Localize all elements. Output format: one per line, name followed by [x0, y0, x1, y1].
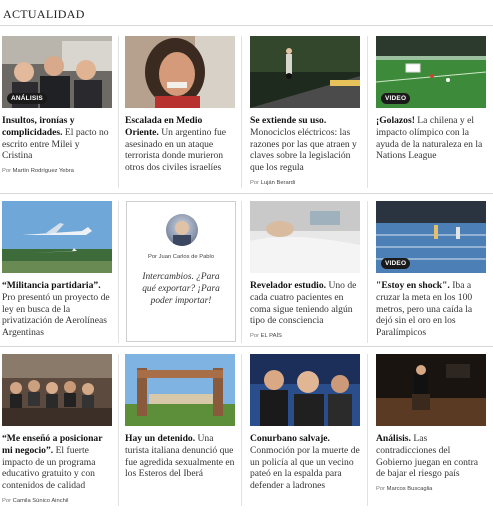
news-headline[interactable]: Hay un detenido. Una turista italiana de… — [125, 433, 235, 480]
news-card[interactable]: Revelador estudio. Uno de cada cuatro pa… — [250, 201, 360, 339]
column-divider — [241, 354, 242, 506]
byline-author: Marcos Buscaglia — [386, 486, 433, 493]
thumbnail-image — [250, 201, 360, 273]
column-divider — [118, 354, 119, 506]
column-divider — [241, 36, 242, 188]
column-divider — [118, 201, 119, 343]
opinion-byline[interactable]: Por Juan Carlos de Pablo — [127, 254, 235, 260]
byline[interactable]: Por Camila Súnico Ainchil — [2, 498, 112, 504]
byline-author: Camila Súnico Ainchil — [12, 497, 69, 504]
thumbnail-image — [250, 36, 360, 108]
row-divider — [0, 193, 493, 194]
headline-kicker: Se extiende su uso. — [250, 115, 327, 126]
news-headline[interactable]: “Militancia partidaria”. Pro presentó un… — [2, 280, 112, 339]
headline-kicker: Análisis. — [376, 433, 411, 444]
thumbnail-image — [125, 36, 235, 108]
video-badge: VIDEO — [381, 93, 411, 104]
thumbnail-image — [2, 201, 112, 273]
news-thumbnail[interactable]: VIDEO — [376, 201, 486, 273]
byline[interactable]: Por EL PAÍS — [250, 333, 360, 339]
byline-prefix: Por — [250, 333, 260, 340]
headline-text: Pro presentó un proyecto de ley en busca… — [2, 291, 110, 339]
news-thumbnail[interactable] — [2, 354, 112, 426]
news-headline[interactable]: “Me enseñó a posicionar mi negocio”. El … — [2, 433, 112, 492]
byline-author: Juan Carlos de Pablo — [158, 254, 215, 260]
byline-author: EL PAÍS — [260, 333, 282, 340]
headline-kicker: ¡Golazos! — [376, 115, 415, 126]
byline-author: Martín Rodríguez Yebra — [12, 168, 74, 175]
byline-prefix: Por — [2, 497, 12, 504]
byline-prefix: Por — [2, 168, 12, 175]
news-thumbnail[interactable] — [250, 201, 360, 273]
news-headline[interactable]: Análisis. Las contradicciones del Gobier… — [376, 433, 486, 480]
row-divider — [0, 346, 493, 347]
opinion-card[interactable]: Por Juan Carlos de Pablo Intercambios. ¿… — [126, 201, 236, 342]
news-thumbnail[interactable] — [250, 36, 360, 108]
author-avatar[interactable] — [166, 214, 198, 246]
news-card[interactable]: VIDEO "Estoy en shock". Iba a cruzar la … — [376, 201, 486, 339]
news-thumbnail[interactable] — [250, 354, 360, 426]
column-divider — [241, 201, 242, 343]
news-thumbnail[interactable] — [125, 36, 235, 108]
analysis-badge: ANÁLISIS — [7, 93, 47, 104]
news-card[interactable]: Escalada en Medio Oriente. Un argentino … — [125, 36, 235, 174]
column-divider — [367, 36, 368, 188]
news-card[interactable]: ANÁLISIS Insultos, ironías y complicidad… — [2, 36, 112, 174]
section-title[interactable]: ACTUALIDAD — [3, 7, 85, 22]
news-headline[interactable]: Conurbano salvaje. Conmoción por la muer… — [250, 433, 360, 492]
headline-kicker: Revelador estudio. — [250, 280, 327, 291]
opinion-quote[interactable]: Intercambios. ¿Para qué exportar? ¡Para … — [135, 272, 227, 307]
news-thumbnail[interactable] — [2, 201, 112, 273]
news-headline[interactable]: Escalada en Medio Oriente. Un argentino … — [125, 115, 235, 174]
headline-kicker: Conurbano salvaje. — [250, 433, 330, 444]
column-divider — [367, 201, 368, 343]
byline[interactable]: Por Luján Berardi — [250, 180, 360, 186]
news-card[interactable]: “Me enseñó a posicionar mi negocio”. El … — [2, 354, 112, 504]
byline-prefix: Por — [250, 179, 260, 186]
section-divider — [0, 25, 493, 26]
news-card[interactable]: “Militancia partidaria”. Pro presentó un… — [2, 201, 112, 339]
author-photo — [173, 221, 191, 246]
headline-kicker: “Militancia partidaria”. — [2, 280, 101, 291]
byline[interactable]: Por Marcos Buscaglia — [376, 486, 486, 492]
news-thumbnail[interactable] — [376, 354, 486, 426]
news-headline[interactable]: Se extiende su uso. Monociclos eléctrico… — [250, 115, 360, 174]
news-headline[interactable]: Revelador estudio. Uno de cada cuatro pa… — [250, 280, 360, 327]
column-divider — [367, 354, 368, 506]
news-thumbnail[interactable]: ANÁLISIS — [2, 36, 112, 108]
thumbnail-image — [125, 354, 235, 426]
column-divider — [118, 36, 119, 188]
news-thumbnail[interactable]: VIDEO — [376, 36, 486, 108]
news-headline[interactable]: ¡Golazos! La chilena y el impacto olímpi… — [376, 115, 486, 162]
news-card[interactable]: Hay un detenido. Una turista italiana de… — [125, 354, 235, 480]
news-card[interactable]: Se extiende su uso. Monociclos eléctrico… — [250, 36, 360, 186]
byline-prefix: Por — [376, 486, 386, 493]
thumbnail-image — [376, 354, 486, 426]
headline-text: Conmoción por la muerte de un policía al… — [250, 444, 360, 492]
news-headline[interactable]: "Estoy en shock". Iba a cruzar la meta e… — [376, 280, 486, 339]
thumbnail-image — [250, 354, 360, 426]
headline-text: Monociclos eléctricos: las razones por l… — [250, 126, 357, 174]
byline[interactable]: Por Martín Rodríguez Yebra — [2, 168, 112, 174]
news-card[interactable]: VIDEO ¡Golazos! La chilena y el impacto … — [376, 36, 486, 162]
headline-kicker: Hay un detenido. — [125, 433, 196, 444]
news-card[interactable]: Conurbano salvaje. Conmoción por la muer… — [250, 354, 360, 492]
headline-kicker: "Estoy en shock". — [376, 280, 450, 291]
news-card[interactable]: Análisis. Las contradicciones del Gobier… — [376, 354, 486, 492]
byline-author: Luján Berardi — [260, 179, 296, 186]
video-badge: VIDEO — [381, 258, 411, 269]
thumbnail-image — [2, 354, 112, 426]
news-thumbnail[interactable] — [125, 354, 235, 426]
news-headline[interactable]: Insultos, ironías y complicidades. El pa… — [2, 115, 112, 162]
byline-prefix: Por — [147, 254, 157, 260]
